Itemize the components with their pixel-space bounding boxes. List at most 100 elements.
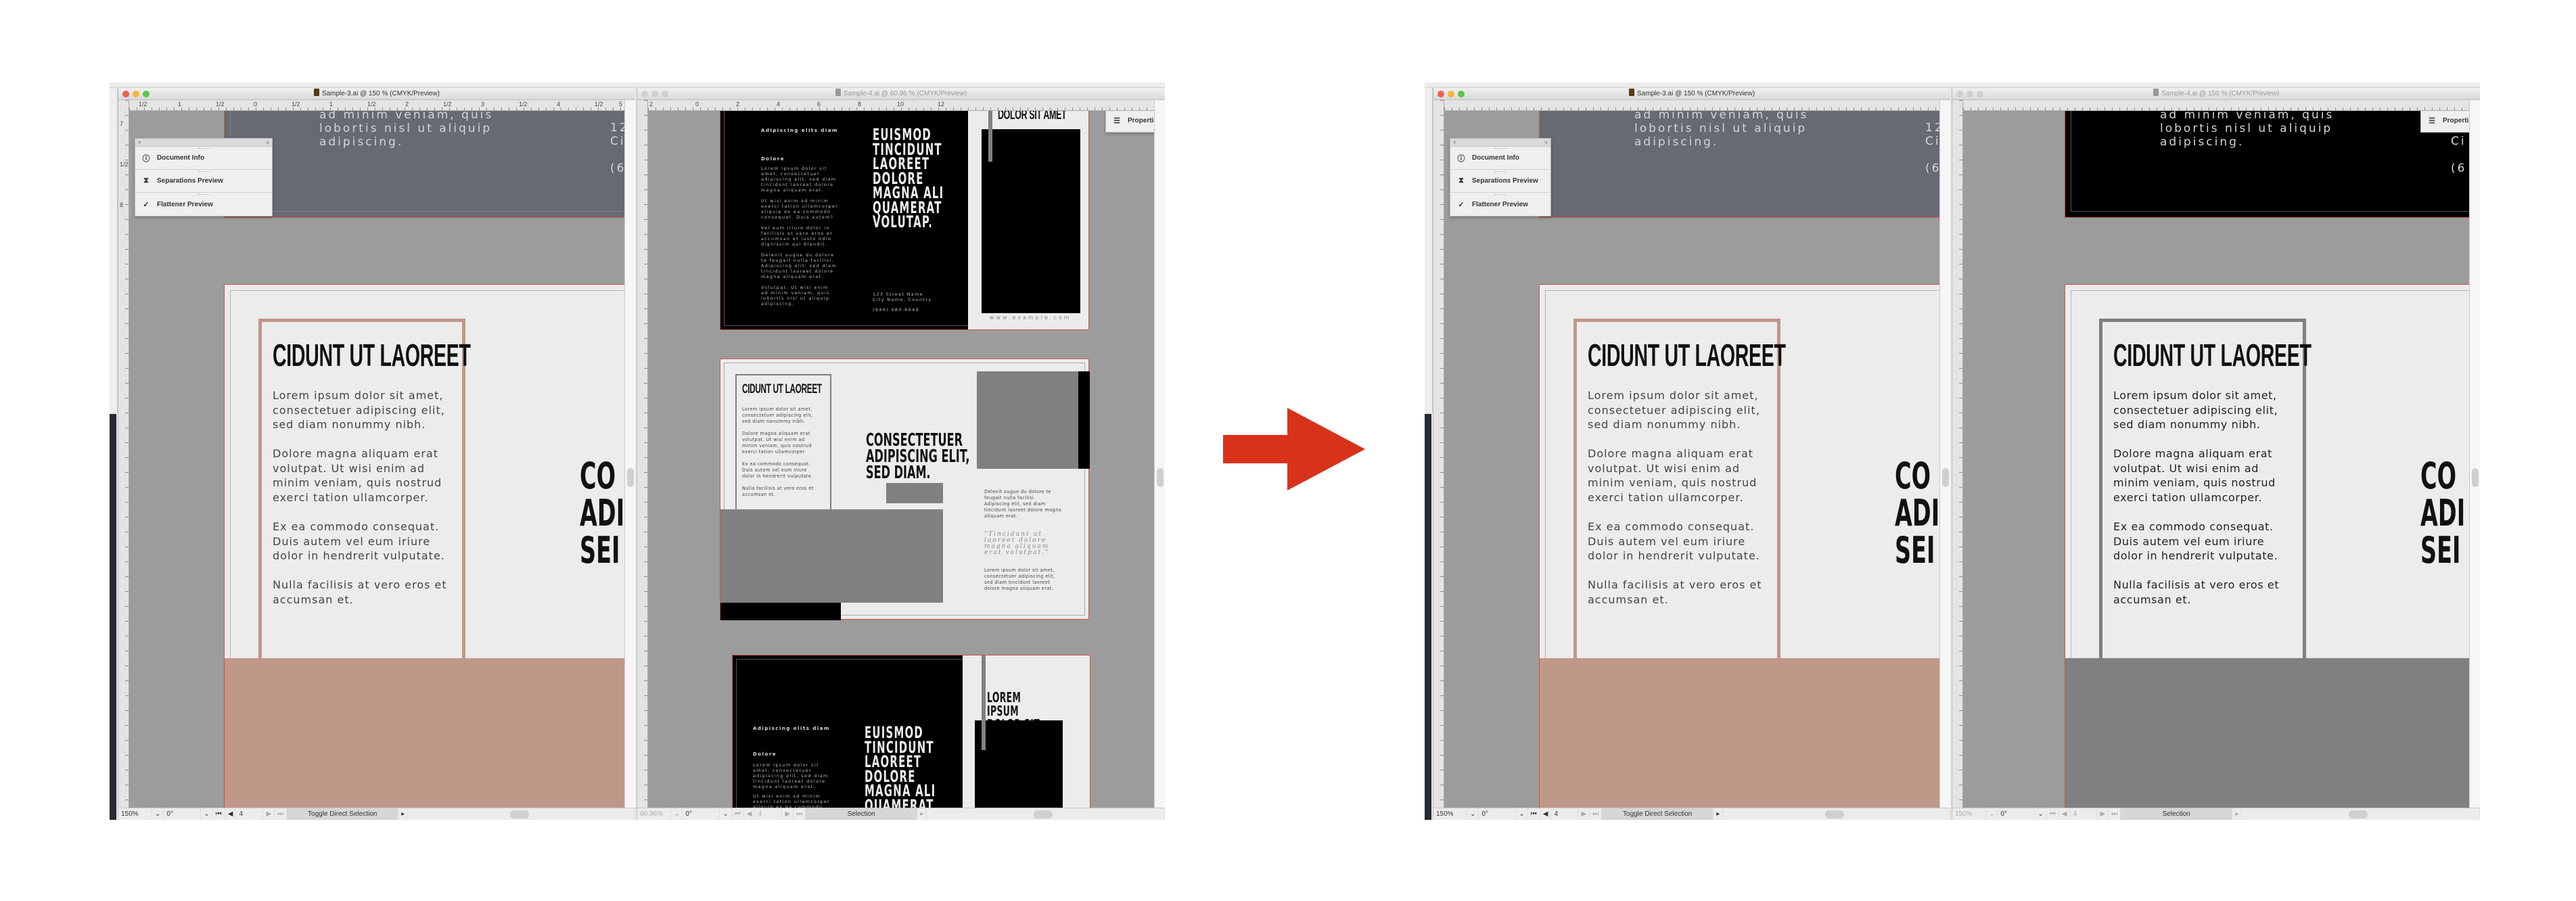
close-window-button[interactable] <box>122 91 129 97</box>
panel-item-separations-preview[interactable]: ⧗ Separations Preview <box>1450 170 1550 193</box>
current-tool-label[interactable]: Toggle Direct Selection <box>287 808 399 820</box>
horizontal-ruler[interactable] <box>1444 100 1939 111</box>
scroll-thumb[interactable] <box>509 810 529 818</box>
scroll-thumb[interactable] <box>1157 467 1164 487</box>
image-placeholder[interactable] <box>982 129 1080 313</box>
rotation-dropdown-chevron-icon[interactable]: ⌄ <box>720 808 732 820</box>
panel-item-properties[interactable]: ☰ Properties <box>2421 111 2469 132</box>
first-artboard-icon[interactable]: ⏮ <box>2047 808 2059 820</box>
panel-item-properties[interactable]: ☰ Properties <box>1106 111 1154 132</box>
vertical-scrollbar[interactable] <box>624 100 635 808</box>
rotation-field[interactable]: 0° <box>164 808 202 820</box>
status-menu-arrow-icon[interactable]: ▸ <box>917 808 927 820</box>
text-frame[interactable]: CIDUNT UT LAOREET Lorem ipsum dolor sit … <box>2099 319 2312 670</box>
vertical-ruler[interactable] <box>1433 100 1444 808</box>
next-artboard-icon[interactable]: ▶ <box>2097 808 2109 820</box>
artboard-top-dark[interactable]: ad minim veniam, quis lobortis nisl ut a… <box>2065 111 2469 218</box>
artboard-top-dark[interactable]: ad minim veniam, quis lobortis nisl ut a… <box>224 111 624 218</box>
vertical-ruler[interactable]: 7 1/2 8 <box>118 100 129 808</box>
zoom-level-field[interactable]: 150% <box>1433 808 1467 820</box>
horizontal-scrollbar[interactable] <box>927 808 1165 820</box>
text-frame[interactable]: CIDUNT UT LAOREET Lorem ipsum dolor sit … <box>258 319 471 670</box>
artboard-main[interactable]: CIDUNT UT LAOREET Lorem ipsum dolor sit … <box>2065 284 2469 808</box>
scroll-thumb[interactable] <box>1034 810 1053 818</box>
zoom-level-field[interactable]: 150% <box>118 808 152 820</box>
zoom-window-button[interactable] <box>143 91 150 97</box>
artboard-number-field[interactable]: 4 <box>755 808 783 820</box>
zoom-dropdown-chevron-icon[interactable]: ⌄ <box>1986 808 1998 820</box>
zoom-window-button[interactable] <box>1977 91 1983 97</box>
prev-artboard-icon[interactable]: ◀ <box>225 808 237 820</box>
canvas[interactable]: Adipiscing elits diam Dolore Lorem ipsum… <box>648 111 1154 808</box>
prev-artboard-icon[interactable]: ◀ <box>2059 808 2071 820</box>
prev-artboard-icon[interactable]: ◀ <box>1540 808 1552 820</box>
current-tool-label[interactable]: Selection <box>806 808 918 820</box>
panel-item-flattener-preview[interactable]: ✓ Flattener Preview <box>1450 193 1550 216</box>
rotation-field[interactable]: 0° <box>1998 808 2036 820</box>
close-window-button[interactable] <box>641 91 648 97</box>
next-artboard-icon[interactable]: ▶ <box>263 808 275 820</box>
horizontal-scrollbar[interactable] <box>1723 808 1950 820</box>
status-menu-arrow-icon[interactable]: ▸ <box>1714 808 1724 820</box>
next-artboard-icon[interactable]: ▶ <box>1578 808 1590 820</box>
artboard-back-cover[interactable]: Adipiscing elits diam Dolore Lorem ipsum… <box>720 111 1089 330</box>
window-titlebar[interactable]: Sample-4.ai @ 60.96 % (CMYK/Preview) <box>637 88 1165 100</box>
scroll-thumb[interactable] <box>1824 810 1844 818</box>
prev-artboard-icon[interactable]: ◀ <box>744 808 756 820</box>
panel-item-flattener-preview[interactable]: ✓ Flattener Preview <box>135 193 272 216</box>
scroll-thumb[interactable] <box>1942 467 1949 487</box>
first-artboard-icon[interactable]: ⏮ <box>732 808 744 820</box>
horizontal-ruler[interactable]: 2 0 2 4 6 8 10 12 <box>648 100 1154 111</box>
image-placeholder[interactable] <box>720 509 943 603</box>
rotation-dropdown-chevron-icon[interactable]: ⌄ <box>2035 808 2047 820</box>
artboard-number-field[interactable]: 4 <box>2070 808 2098 820</box>
zoom-dropdown-chevron-icon[interactable]: ⌄ <box>1467 808 1479 820</box>
image-placeholder[interactable] <box>886 483 943 503</box>
first-artboard-icon[interactable]: ⏮ <box>213 808 225 820</box>
close-panel-icon[interactable]: × <box>138 139 141 146</box>
current-tool-label[interactable]: Selection <box>2121 808 2233 820</box>
next-artboard-icon[interactable]: ▶ <box>782 808 794 820</box>
vertical-ruler[interactable] <box>1952 100 1963 808</box>
text-frame[interactable]: CIDUNT UT LAOREET Lorem ipsum dolor sit … <box>1573 319 1786 670</box>
collapse-panel-icon[interactable]: » <box>1545 139 1548 146</box>
minimize-window-button[interactable] <box>1967 91 1973 97</box>
panel-item-document-info[interactable]: ⓘ Document Info <box>135 147 272 170</box>
panel-header[interactable]: ×» <box>135 139 272 147</box>
horizontal-scrollbar[interactable] <box>2242 808 2480 820</box>
rotation-dropdown-chevron-icon[interactable]: ⌄ <box>1516 808 1528 820</box>
scroll-thumb[interactable] <box>2349 810 2368 818</box>
scroll-thumb[interactable] <box>627 467 634 487</box>
image-placeholder[interactable] <box>977 371 1078 469</box>
text-frame[interactable]: CIDUNT UT LAOREET Lorem ipsum dolor sit … <box>735 374 831 517</box>
front-cover-panel[interactable]: LOREM IPSUM DOLOR SIT AMET <box>963 655 1090 808</box>
front-cover-panel[interactable]: DOLOR SIT AMET www.example.com <box>968 111 1088 329</box>
minimize-window-button[interactable] <box>651 91 658 97</box>
status-menu-arrow-icon[interactable]: ▸ <box>398 808 409 820</box>
status-menu-arrow-icon[interactable]: ▸ <box>2232 808 2242 820</box>
artboard-main[interactable]: CIDUNT UT LAOREET Lorem ipsum dolor sit … <box>1539 284 1939 808</box>
vertical-scrollbar[interactable] <box>1939 100 1950 808</box>
artboard-back-cover-2[interactable]: Adipiscing elits diam Dolore Lorem ipsum… <box>732 655 1090 808</box>
close-panel-icon[interactable]: × <box>1453 139 1456 146</box>
zoom-window-button[interactable] <box>1458 91 1465 97</box>
close-window-button[interactable] <box>1438 91 1444 97</box>
minimize-window-button[interactable] <box>133 91 139 97</box>
vertical-scrollbar[interactable] <box>1154 100 1165 808</box>
zoom-window-button[interactable] <box>662 91 668 97</box>
window-titlebar[interactable]: Sample-4.ai @ 150 % (CMYK/Preview) <box>1952 88 2480 100</box>
last-artboard-icon[interactable]: ⏭ <box>1590 808 1603 820</box>
zoom-level-field[interactable]: 150% <box>1952 808 1986 820</box>
horizontal-ruler[interactable]: 1/2 1 1/2 0 1/2 1 1/2 2 1/2 3 1/2 4 1/2 … <box>129 100 624 111</box>
panel-item-separations-preview[interactable]: ⧗ Separations Preview <box>135 170 272 193</box>
accent-block[interactable] <box>1540 658 1939 808</box>
last-artboard-icon[interactable]: ⏭ <box>2109 808 2121 820</box>
first-artboard-icon[interactable]: ⏮ <box>1528 808 1540 820</box>
rotation-field[interactable]: 0° <box>1479 808 1517 820</box>
canvas[interactable]: ad minim veniam, quis lobortis nisl ut a… <box>1444 111 1939 808</box>
scroll-thumb[interactable] <box>2472 467 2479 487</box>
zoom-dropdown-chevron-icon[interactable]: ⌄ <box>671 808 683 820</box>
artboard-main[interactable]: CIDUNT UT LAOREET Lorem ipsum dolor sit … <box>224 284 624 808</box>
horizontal-scrollbar[interactable] <box>408 808 635 820</box>
panel-header[interactable]: ×» <box>1450 139 1550 147</box>
